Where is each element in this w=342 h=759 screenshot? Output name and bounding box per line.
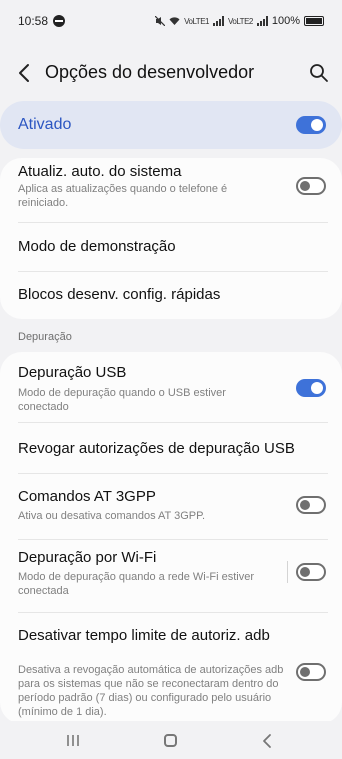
app-header: Opções do desenvolvedor	[0, 50, 342, 96]
quick-settings-tiles-row[interactable]: Blocos desenv. config. rápidas	[0, 272, 342, 319]
revoke-usb-authorizations-title: Revogar autorizações de depuração USB	[18, 440, 295, 457]
mute-icon	[155, 16, 166, 26]
auto-update-row[interactable]: Atualiz. auto. do sistema Aplica as atua…	[0, 158, 342, 222]
network-label-1: VoLTE1	[184, 16, 209, 26]
signal-icon-2	[256, 16, 268, 26]
demo-mode-title: Modo de demonstração	[18, 238, 176, 255]
wifi-debugging-title: Depuração por Wi-Fi	[18, 549, 157, 566]
quick-settings-tiles-title: Blocos desenv. config. rápidas	[18, 286, 221, 303]
do-not-disturb-icon	[53, 15, 66, 27]
signal-icon-1	[212, 16, 224, 26]
wifi-debugging-toggle[interactable]	[296, 563, 326, 581]
auto-update-subtitle: Aplica as atualizações quando o telefone…	[18, 183, 228, 209]
home-icon[interactable]	[164, 734, 177, 747]
page-title: Opções do desenvolvedor	[45, 62, 255, 82]
disable-adb-timeout-row[interactable]: Desativar tempo limite de autoriz. adb D…	[0, 613, 342, 724]
general-settings-card: Atualiz. auto. do sistema Aplica as atua…	[0, 158, 342, 319]
search-icon[interactable]	[308, 62, 330, 84]
status-bar: 10:58 VoLTE1 VoLTE2 100%	[0, 0, 342, 42]
vertical-separator	[287, 561, 288, 583]
wifi-debugging-subtitle: Modo de depuração quando a rede Wi-Fi es…	[18, 571, 255, 597]
usb-debugging-subtitle: Modo de depuração quando o USB estiver c…	[18, 387, 226, 413]
usb-debugging-toggle[interactable]	[296, 379, 326, 397]
battery-icon	[304, 16, 324, 26]
status-time: 10:58	[18, 14, 49, 28]
section-header-debugging: Depuração	[18, 331, 72, 343]
auto-update-toggle[interactable]	[296, 177, 326, 195]
system-navigation-bar	[0, 721, 342, 759]
master-toggle[interactable]	[296, 116, 326, 134]
nav-back-icon[interactable]	[262, 733, 272, 749]
recent-apps-icon[interactable]	[66, 734, 80, 747]
disable-adb-timeout-toggle[interactable]	[296, 663, 326, 681]
demo-mode-row[interactable]: Modo de demonstração	[0, 223, 342, 271]
wifi-icon	[169, 17, 180, 25]
at-commands-subtitle: Ativa ou desativa comandos AT 3GPP.	[18, 510, 206, 522]
disable-adb-timeout-title: Desativar tempo limite de autoriz. adb	[18, 627, 270, 644]
master-switch-row[interactable]: Ativado	[0, 101, 342, 149]
revoke-usb-authorizations-row[interactable]: Revogar autorizações de depuração USB	[0, 423, 342, 473]
usb-debugging-row[interactable]: Depuração USB Modo de depuração quando o…	[0, 352, 342, 422]
at-commands-toggle[interactable]	[296, 496, 326, 514]
disable-adb-timeout-subtitle: Desativa a revogação automática de autor…	[18, 664, 284, 718]
battery-percent: 100%	[271, 15, 300, 27]
usb-debugging-title: Depuração USB	[18, 364, 127, 381]
auto-update-title: Atualiz. auto. do sistema	[18, 163, 182, 180]
at-commands-title: Comandos AT 3GPP	[18, 488, 156, 505]
at-commands-row[interactable]: Comandos AT 3GPP Ativa ou desativa coman…	[0, 474, 342, 539]
master-switch-label: Ativado	[18, 116, 72, 133]
network-label-2: VoLTE2	[227, 16, 253, 26]
wifi-debugging-row[interactable]: Depuração por Wi-Fi Modo de depuração qu…	[0, 540, 342, 612]
debugging-card: Depuração USB Modo de depuração quando o…	[0, 352, 342, 724]
back-arrow-icon[interactable]	[16, 62, 34, 84]
